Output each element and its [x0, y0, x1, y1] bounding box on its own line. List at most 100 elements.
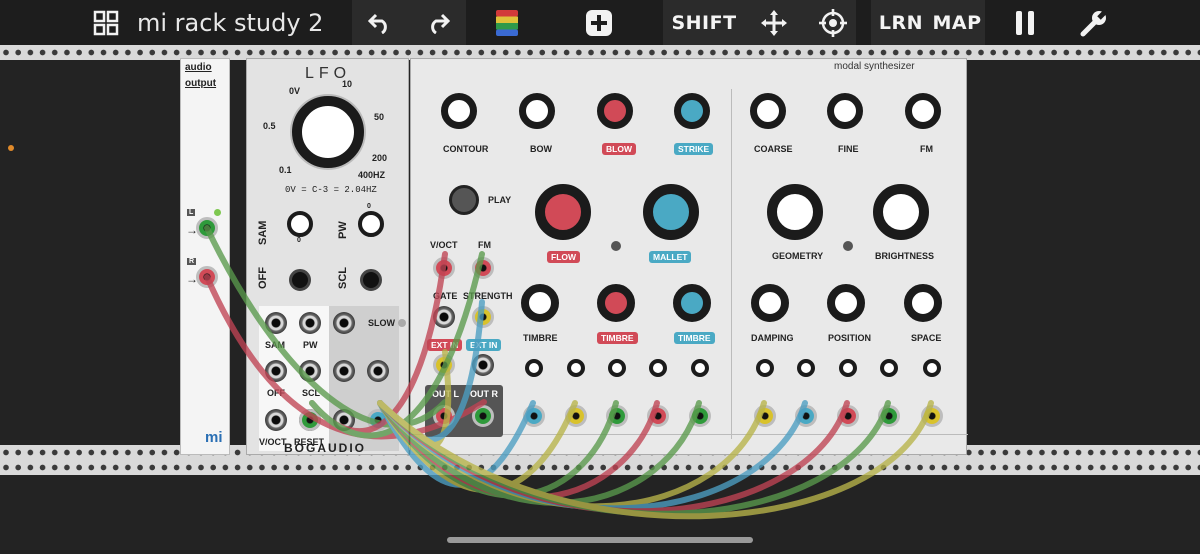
- voct-input-plug[interactable]: [433, 257, 455, 279]
- lfo-module: LFO 0V 10 0.5 50 0.1 200 400HZ 0V = C-3 …: [246, 58, 409, 455]
- gate-input-jack[interactable]: [433, 306, 455, 328]
- ext-in-l-plug[interactable]: [433, 354, 455, 376]
- triangle-output-jack[interactable]: [333, 409, 355, 431]
- attenuverter-knob[interactable]: [608, 359, 626, 377]
- contour-knob[interactable]: [441, 93, 477, 129]
- cv-input-plug[interactable]: [647, 405, 669, 427]
- left-channel-label: L: [187, 209, 196, 216]
- bow-knob[interactable]: [519, 93, 555, 129]
- geometry-knob[interactable]: [767, 184, 823, 240]
- fm-knob[interactable]: [905, 93, 941, 129]
- add-module-button[interactable]: [583, 0, 615, 45]
- cv-input-plug[interactable]: [921, 405, 943, 427]
- cv-input-plug[interactable]: [565, 405, 587, 427]
- ext-in-r-jack[interactable]: [472, 354, 494, 376]
- space-knob[interactable]: [904, 284, 942, 322]
- scl-input-jack[interactable]: [299, 360, 321, 382]
- attenuverter-knob[interactable]: [923, 359, 941, 377]
- mi-logo: mi: [205, 429, 223, 446]
- cable-colors-button[interactable]: [492, 0, 522, 45]
- strength-input-plug[interactable]: [472, 306, 494, 328]
- fm-input-plug[interactable]: [472, 257, 494, 279]
- audio-output-module: audio output L R → → mi: [180, 58, 230, 455]
- pw-knob[interactable]: [358, 211, 384, 237]
- attenuverter-knob[interactable]: [797, 359, 815, 377]
- right-input-plug[interactable]: [196, 266, 218, 288]
- out-r-label: OUT R: [470, 389, 498, 399]
- damping-knob[interactable]: [751, 284, 789, 322]
- crosshair-icon: [819, 8, 847, 37]
- cv-input-plug[interactable]: [689, 405, 711, 427]
- toolbar: mi rack study 2 SHIFT LRN MAP: [0, 0, 1200, 45]
- wrench-icon: [1080, 8, 1108, 36]
- shift-label: SHIFT: [671, 11, 737, 34]
- off-input-jack[interactable]: [265, 360, 287, 382]
- ramp-down-output-jack[interactable]: [333, 312, 355, 334]
- pw-knob-label: PW: [337, 221, 349, 239]
- timbre-knob[interactable]: [521, 284, 559, 322]
- tuning-note: 0V = C-3 = 2.04HZ: [285, 185, 377, 195]
- sam-knob[interactable]: [287, 211, 313, 237]
- ramp-up-output-jack[interactable]: [333, 360, 355, 382]
- damping-label: DAMPING: [751, 333, 794, 343]
- attenuverter-knob[interactable]: [756, 359, 774, 377]
- mallet-knob[interactable]: [643, 184, 699, 240]
- fine-knob[interactable]: [827, 93, 863, 129]
- rack-grid-icon[interactable]: [86, 0, 126, 45]
- square-output-jack[interactable]: [367, 360, 389, 382]
- sine-output-plug[interactable]: [367, 409, 389, 431]
- settings-button[interactable]: [1074, 0, 1114, 45]
- timbre-blow-knob[interactable]: [597, 284, 635, 322]
- left-input-plug[interactable]: [196, 217, 218, 239]
- home-indicator: [447, 537, 753, 543]
- pause-button[interactable]: [1007, 0, 1043, 45]
- scl-knob[interactable]: [360, 269, 382, 291]
- blow-knob[interactable]: [597, 93, 633, 129]
- play-button[interactable]: [449, 185, 479, 215]
- frequency-knob[interactable]: [292, 96, 364, 168]
- voct-input-jack[interactable]: [265, 409, 287, 431]
- flow-knob[interactable]: [535, 184, 591, 240]
- right-channel-label: R: [187, 258, 197, 265]
- out-l-plug[interactable]: [433, 405, 455, 427]
- freq-scale-label: 50: [374, 112, 385, 122]
- timbre-strike-knob[interactable]: [673, 284, 711, 322]
- pw-input-jack[interactable]: [299, 312, 321, 334]
- attenuverter-knob[interactable]: [567, 359, 585, 377]
- shift-button[interactable]: SHIFT: [668, 0, 740, 45]
- cv-input-plug[interactable]: [754, 405, 776, 427]
- undo-icon: [368, 13, 387, 34]
- strength-jack-label: STRENGTH: [463, 291, 513, 301]
- out-l-label: OUT L: [432, 389, 459, 399]
- map-button[interactable]: MAP: [932, 0, 982, 45]
- cv-input-plug[interactable]: [837, 405, 859, 427]
- out-r-plug[interactable]: [472, 405, 494, 427]
- off-knob[interactable]: [289, 269, 311, 291]
- undo-button[interactable]: [360, 0, 400, 45]
- move-button[interactable]: [756, 0, 792, 45]
- reset-input-plug[interactable]: [299, 409, 321, 431]
- modal-synth-module: modal synthesizer CONTOUR BOW BLOW STRIK…: [410, 58, 968, 455]
- scl-jack-label: SCL: [302, 388, 320, 398]
- center-view-button[interactable]: [815, 0, 851, 45]
- attenuverter-knob[interactable]: [839, 359, 857, 377]
- attenuverter-knob[interactable]: [691, 359, 709, 377]
- attenuverter-knob[interactable]: [880, 359, 898, 377]
- brightness-knob[interactable]: [873, 184, 929, 240]
- coarse-knob[interactable]: [750, 93, 786, 129]
- attenuverter-knob[interactable]: [525, 359, 543, 377]
- cv-input-plug[interactable]: [523, 405, 545, 427]
- redo-button[interactable]: [418, 0, 458, 45]
- cv-input-plug[interactable]: [795, 405, 817, 427]
- strike-knob[interactable]: [674, 93, 710, 129]
- position-knob[interactable]: [827, 284, 865, 322]
- sam-input-jack[interactable]: [265, 312, 287, 334]
- slow-button[interactable]: [398, 319, 406, 327]
- freq-scale-label: 0.5: [263, 121, 276, 131]
- patch-title[interactable]: mi rack study 2: [137, 0, 323, 45]
- attenuverter-knob[interactable]: [649, 359, 667, 377]
- cv-input-plug[interactable]: [606, 405, 628, 427]
- coarse-label: COARSE: [754, 144, 793, 154]
- learn-button[interactable]: LRN: [876, 0, 926, 45]
- cv-input-plug[interactable]: [878, 405, 900, 427]
